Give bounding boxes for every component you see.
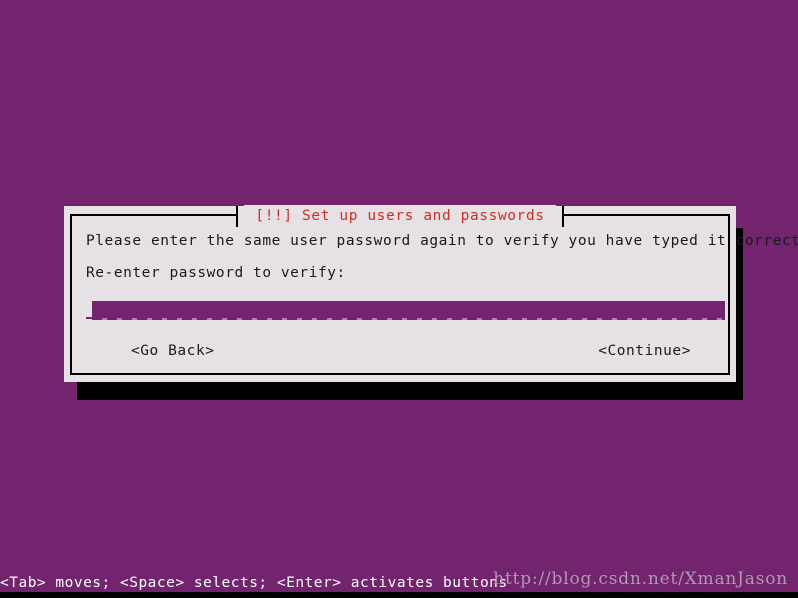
installer-screen: [!!] Set up users and passwords Please e…: [0, 0, 798, 598]
password-input-underline: [92, 318, 725, 320]
password-input-row[interactable]: [86, 301, 725, 323]
password-field-label: Re-enter password to verify:: [86, 265, 346, 281]
setup-users-passwords-dialog: [!!] Set up users and passwords Please e…: [64, 205, 798, 382]
status-bar-text: <Tab> moves; <Space> selects; <Enter> ac…: [0, 575, 508, 591]
bottom-black-strip: [0, 592, 798, 598]
dialog-content: Please enter the same user password agai…: [72, 216, 798, 373]
watermark-url: http://blog.csdn.net/XmanJason: [493, 569, 788, 589]
continue-button[interactable]: <Continue>: [598, 341, 691, 361]
dialog-button-row: <Go Back> <Continue>: [86, 341, 714, 361]
prompt-text: Please enter the same user password agai…: [86, 233, 798, 249]
go-back-button[interactable]: <Go Back>: [131, 341, 215, 361]
password-input[interactable]: [92, 301, 725, 318]
dialog-inner-frame: [!!] Set up users and passwords Please e…: [70, 205, 798, 375]
